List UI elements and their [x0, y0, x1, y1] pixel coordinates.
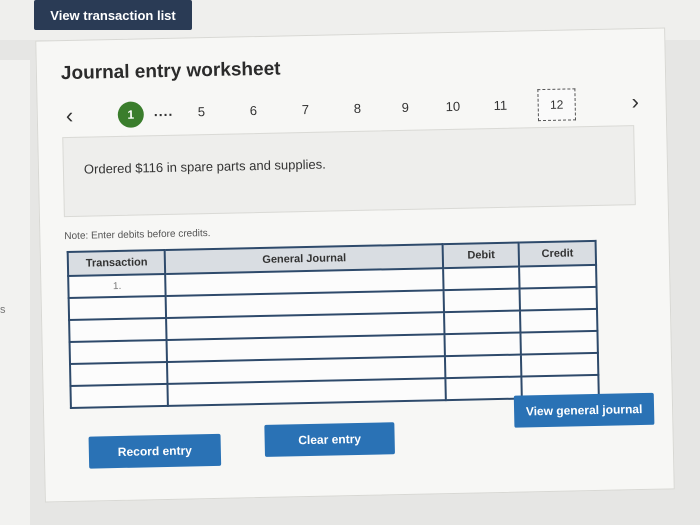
transaction-cell — [70, 383, 169, 408]
transaction-question-text: Ordered $116 in spare parts and supplies… — [83, 156, 326, 177]
view-transaction-list-button[interactable]: View transaction list — [34, 0, 192, 30]
credit-field[interactable] — [521, 352, 599, 377]
worksheet-title: Journal entry worksheet — [60, 58, 281, 85]
debit-field[interactable] — [445, 376, 523, 401]
credit-field[interactable] — [519, 286, 597, 311]
credit-field[interactable] — [519, 264, 597, 289]
pager-ellipsis: .... — [153, 102, 174, 120]
chevron-left-icon[interactable]: ‹ — [66, 103, 74, 129]
pager-page-9[interactable]: 9 — [402, 100, 410, 115]
journal-entry-worksheet-panel: Journal entry worksheet ‹ 1 .... 5 6 7 8… — [35, 27, 675, 503]
general-journal-field[interactable] — [167, 378, 447, 406]
view-general-journal-button[interactable]: View general journal — [513, 392, 655, 428]
record-entry-button[interactable]: Record entry — [88, 433, 222, 469]
transaction-cell — [70, 361, 168, 386]
transaction-cell — [68, 295, 167, 320]
debit-field[interactable] — [443, 266, 520, 291]
debit-field[interactable] — [445, 354, 522, 379]
debit-field[interactable] — [444, 310, 521, 335]
pager-page-6[interactable]: 6 — [250, 103, 258, 118]
left-edge-mark: s — [0, 304, 6, 316]
header-transaction: Transaction — [67, 249, 166, 277]
pager-current-page[interactable]: 1 — [117, 101, 145, 128]
pager-page-8[interactable]: 8 — [354, 101, 362, 116]
clear-entry-button[interactable]: Clear entry — [264, 422, 395, 457]
transaction-cell — [69, 317, 167, 342]
pager-page-12[interactable]: 12 — [537, 88, 577, 122]
debit-field[interactable] — [444, 332, 522, 357]
credit-field[interactable] — [520, 330, 598, 355]
transaction-cell — [69, 339, 168, 364]
debit-field[interactable] — [443, 288, 521, 313]
pager-page-7[interactable]: 7 — [302, 102, 310, 117]
transaction-question-box: Ordered $116 in spare parts and supplies… — [62, 125, 636, 218]
pager-page-10[interactable]: 10 — [446, 99, 461, 114]
debit-credit-note: Note: Enter debits before credits. — [64, 228, 211, 243]
header-debit: Debit — [442, 242, 520, 269]
journal-entry-table: Transaction General Journal Debit Credit… — [67, 240, 600, 409]
credit-field[interactable] — [520, 308, 598, 333]
chevron-right-icon[interactable]: › — [631, 89, 639, 115]
header-credit: Credit — [518, 240, 597, 267]
pager-page-11[interactable]: 11 — [494, 98, 508, 113]
transaction-cell: 1. — [68, 273, 167, 299]
pager-page-5[interactable]: 5 — [198, 104, 206, 119]
left-edge — [0, 60, 30, 525]
